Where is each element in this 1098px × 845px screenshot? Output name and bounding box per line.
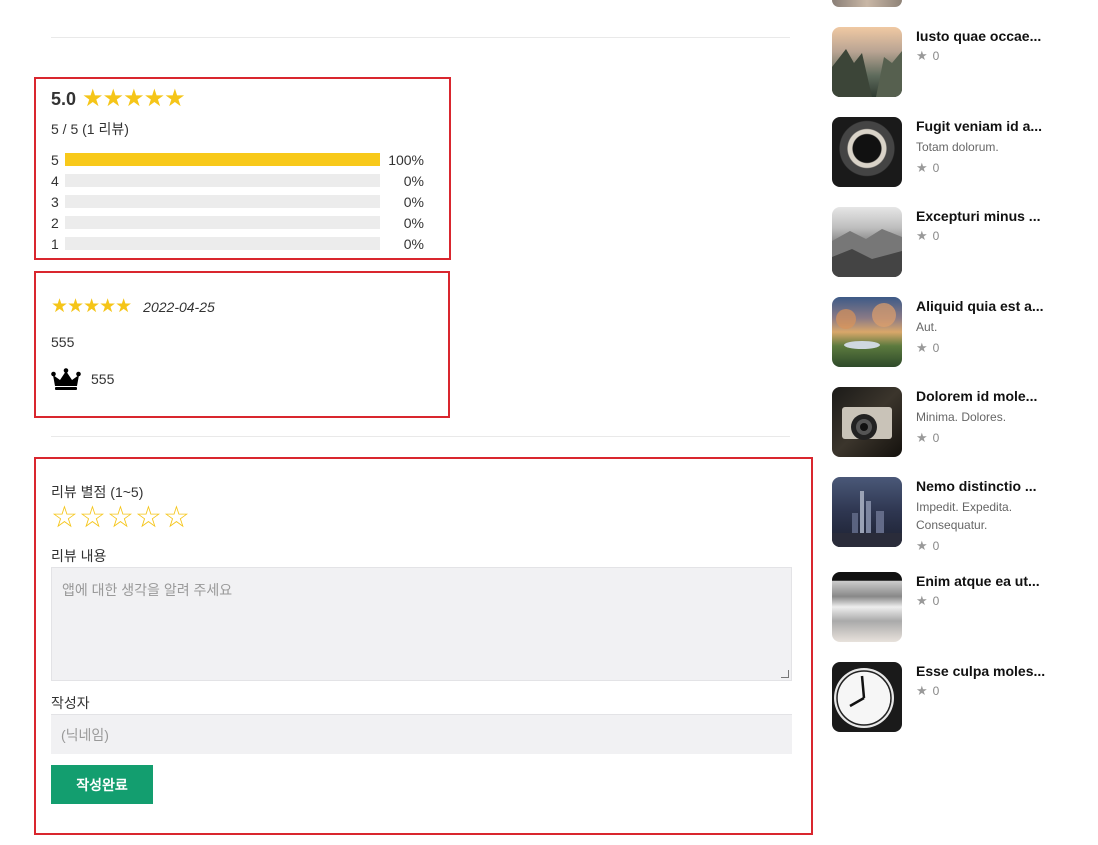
average-score: 5.0: [51, 88, 77, 109]
distribution-row: 3 0%: [51, 191, 424, 212]
sidebar-item-title[interactable]: Iusto quae occae...: [916, 27, 1056, 45]
content-label: 리뷰 내용: [51, 548, 107, 564]
rating-count: 0: [932, 684, 940, 698]
star-icon: ★: [916, 430, 928, 445]
review-card: ★★★★★ 2022-04-25 555 555: [34, 271, 450, 418]
sidebar-item-title[interactable]: Fugit veniam id a...: [916, 117, 1056, 135]
resize-handle[interactable]: [781, 670, 789, 678]
sidebar-item-desc: Aut.: [916, 320, 938, 334]
thumbnail[interactable]: [832, 297, 902, 367]
distribution-row: 1 0%: [51, 233, 424, 254]
rating-star-3[interactable]: ☆: [107, 503, 135, 533]
review-content-textarea[interactable]: 앱에 대한 생각을 알려 주세요: [51, 567, 792, 681]
distribution-bar: [65, 216, 380, 229]
sidebar-item-desc: Totam dolorum.: [916, 140, 999, 154]
rating-star-input[interactable]: ☆ ☆ ☆ ☆ ☆: [51, 503, 191, 533]
sidebar-item-title[interactable]: Aliquid quia est a...: [916, 297, 1056, 315]
distribution-percent: 0%: [403, 172, 424, 189]
thumbnail[interactable]: [832, 27, 902, 97]
distribution-label: 4: [51, 172, 59, 189]
sidebar-item-rating: ★ 0: [916, 538, 939, 554]
sidebar-item-rating: ★ 0: [916, 683, 939, 699]
star-icon: ★: [916, 228, 928, 243]
distribution-percent: 0%: [403, 214, 424, 231]
rating-star-4[interactable]: ☆: [135, 503, 163, 533]
thumbnail[interactable]: [832, 207, 902, 277]
submit-button[interactable]: 작성완료: [51, 765, 153, 804]
divider-top: [51, 37, 790, 38]
sidebar-item-title[interactable]: Nemo distinctio ...: [916, 477, 1056, 495]
rating-count: 0: [932, 229, 940, 243]
review-date: 2022-04-25: [143, 298, 215, 315]
divider-middle: [51, 436, 790, 437]
distribution-bar: [65, 195, 380, 208]
thumbnail[interactable]: [832, 477, 902, 547]
distribution-bar: [65, 237, 380, 250]
thumbnail[interactable]: [832, 572, 902, 642]
distribution-label: 1: [51, 235, 59, 252]
rating-star-2[interactable]: ☆: [79, 503, 107, 533]
star-icon: ★: [916, 48, 928, 63]
star-icon: ★: [916, 538, 928, 553]
rating-count: 0: [932, 161, 940, 175]
distribution-percent: 0%: [403, 193, 424, 210]
author-label: 작성자: [51, 695, 90, 711]
distribution-label: 5: [51, 151, 59, 168]
rating-count: 0: [932, 594, 940, 608]
sidebar-item-title[interactable]: Excepturi minus ...: [916, 207, 1056, 225]
distribution-label: 2: [51, 214, 59, 231]
star-icon: ★: [916, 340, 928, 355]
review-form: 리뷰 별점 (1~5) ☆ ☆ ☆ ☆ ☆ 리뷰 내용 앱에 대한 생각을 알려…: [34, 457, 813, 835]
rating-count: 0: [932, 539, 940, 553]
distribution-row: 4 0%: [51, 170, 424, 191]
rating-count-text: 5 / 5 (1 리뷰): [51, 121, 129, 137]
sidebar-thumbnail-partial[interactable]: [832, 0, 902, 7]
sidebar-item-title[interactable]: Enim atque ea ut...: [916, 572, 1056, 590]
sidebar-item-desc: Minima. Dolores.: [916, 410, 1007, 424]
thumbnail[interactable]: [832, 662, 902, 732]
rating-star-1[interactable]: ☆: [51, 503, 79, 533]
average-stars: ★★★★★: [82, 85, 186, 112]
review-author-name: 555: [91, 371, 115, 387]
distribution-row: 2 0%: [51, 212, 424, 233]
distribution-row: 5 100%: [51, 149, 424, 170]
author-input[interactable]: (닉네임): [51, 714, 792, 754]
sidebar-item-rating: ★ 0: [916, 228, 939, 244]
distribution-fill: [65, 153, 380, 166]
rating-star-5[interactable]: ☆: [163, 503, 191, 533]
average-line: 5.0 ★★★★★: [51, 85, 186, 112]
review-header: ★★★★★ 2022-04-25: [51, 295, 215, 318]
sidebar-item-rating: ★ 0: [916, 160, 939, 176]
thumbnail[interactable]: [832, 117, 902, 187]
sidebar-item-title[interactable]: Dolorem id mole...: [916, 387, 1056, 405]
rating-count: 0: [932, 49, 940, 63]
review-author: 555: [51, 368, 114, 390]
sidebar-item-desc: Impedit. Expedita. Consequatur.: [916, 500, 1013, 532]
rating-distribution: 5 100% 4 0% 3 0% 2 0% 1 0%: [51, 149, 424, 254]
review-stars: ★★★★★: [51, 296, 132, 317]
review-body: 555: [51, 334, 75, 350]
distribution-percent: 100%: [388, 151, 424, 168]
star-icon: ★: [916, 160, 928, 175]
rating-summary: 5.0 ★★★★★ 5 / 5 (1 리뷰) 5 100% 4 0% 3 0% …: [34, 77, 451, 260]
distribution-label: 3: [51, 193, 59, 210]
rating-count: 0: [932, 431, 940, 445]
thumbnail[interactable]: [832, 387, 902, 457]
sidebar-item-rating: ★ 0: [916, 430, 939, 446]
distribution-percent: 0%: [403, 235, 424, 252]
star-icon: ★: [916, 683, 928, 698]
rating-count: 0: [932, 341, 940, 355]
distribution-bar: [65, 153, 380, 166]
sidebar-item-title[interactable]: Esse culpa moles...: [916, 662, 1056, 680]
star-icon: ★: [916, 593, 928, 608]
distribution-bar: [65, 174, 380, 187]
crown-icon: [51, 368, 81, 390]
rating-label: 리뷰 별점 (1~5): [51, 484, 144, 500]
content-placeholder: 앱에 대한 생각을 알려 주세요: [62, 582, 233, 598]
author-placeholder: (닉네임): [61, 727, 109, 743]
sidebar-item-rating: ★ 0: [916, 593, 939, 609]
sidebar-item-rating: ★ 0: [916, 48, 939, 64]
sidebar-item-rating: ★ 0: [916, 340, 939, 356]
